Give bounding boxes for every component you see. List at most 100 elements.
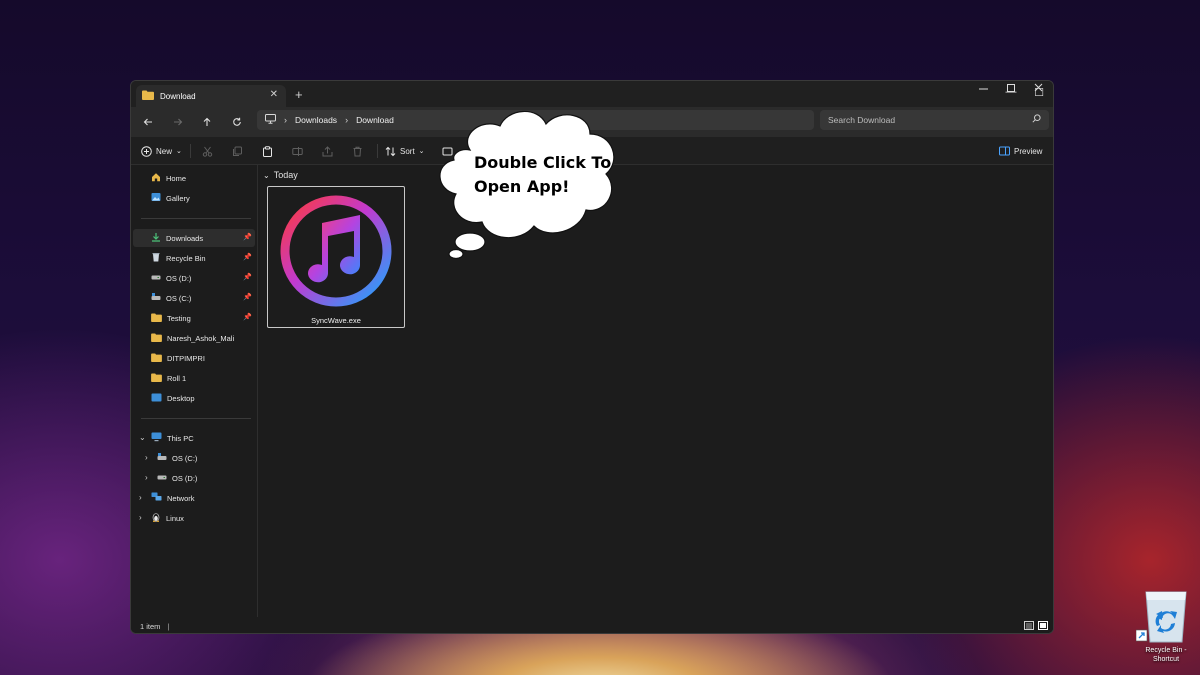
- folder-icon: [151, 312, 162, 324]
- sidebar-item-desktop[interactable]: Desktop: [133, 389, 255, 407]
- desktop-recycle-bin-shortcut[interactable]: Recycle Bin - Shortcut: [1135, 586, 1196, 666]
- sidebar-item-label: Network: [167, 493, 195, 503]
- tiles-view-icon[interactable]: [1038, 621, 1048, 632]
- sidebar-item-testing[interactable]: Testing 📌: [133, 309, 255, 327]
- rename-button[interactable]: [292, 143, 303, 159]
- refresh-icon: [233, 117, 241, 126]
- clipboard-icon: [263, 145, 272, 157]
- chevron-down-icon[interactable]: ⌄: [139, 433, 146, 442]
- tab-title: Download: [160, 91, 196, 101]
- back-arrow-icon: [143, 118, 152, 126]
- file-item-syncwave[interactable]: SyncWave.exe: [267, 186, 405, 328]
- search-placeholder: Search Download: [828, 115, 896, 125]
- status-divider: |: [167, 621, 170, 631]
- cut-button[interactable]: [202, 143, 213, 159]
- sidebar-divider: [141, 218, 251, 219]
- forward-arrow-icon: [174, 118, 183, 126]
- trash-icon: [353, 146, 362, 156]
- pin-icon: 📌: [243, 234, 252, 241]
- new-tab-button[interactable]: +: [295, 87, 303, 102]
- sidebar-item-naresh[interactable]: Naresh_Ashok_Mali: [133, 329, 255, 347]
- sidebar-item-this-pc[interactable]: ⌄ This PC: [133, 429, 255, 447]
- sidebar-item-ditpimpri[interactable]: DITPIMPRI: [133, 349, 255, 367]
- up-button[interactable]: [197, 113, 217, 131]
- details-view-icon[interactable]: [1024, 621, 1034, 632]
- recycle-bin-icon: [1135, 591, 1187, 643]
- pin-icon: 📌: [243, 294, 252, 301]
- share-button[interactable]: [322, 143, 333, 159]
- chevron-right-icon[interactable]: ›: [145, 473, 148, 482]
- sidebar-item-tree-os-d[interactable]: › OS (D:): [133, 469, 255, 487]
- new-label: New: [156, 146, 173, 156]
- breadcrumb-download[interactable]: Download: [356, 115, 394, 125]
- chevron-down-icon: ⌄: [418, 148, 425, 155]
- toolbar-divider: [377, 144, 378, 158]
- close-icon: [1034, 83, 1043, 92]
- sidebar-item-os-d[interactable]: OS (D:) 📌: [133, 269, 255, 287]
- refresh-button[interactable]: [227, 113, 247, 131]
- sidebar-item-tree-os-c[interactable]: › OS (C:): [133, 449, 255, 467]
- linux-icon: [151, 512, 161, 524]
- pin-icon: 📌: [243, 274, 252, 281]
- paste-button[interactable]: [262, 143, 273, 159]
- drive-icon: [151, 272, 161, 284]
- sidebar-item-label: Roll 1: [167, 373, 187, 383]
- window-controls: [979, 83, 1043, 92]
- copy-button[interactable]: [232, 143, 243, 159]
- plus-circle-icon: [141, 145, 152, 157]
- chevron-right-icon[interactable]: ›: [139, 513, 142, 522]
- sidebar-item-label: Home: [166, 173, 187, 183]
- tab-close-icon[interactable]: ✕: [270, 89, 278, 100]
- new-button[interactable]: New ⌄: [141, 143, 182, 159]
- sidebar-item-os-c[interactable]: OS (C:) 📌: [133, 289, 255, 307]
- toolbar-divider: [190, 144, 191, 158]
- back-button[interactable]: [138, 113, 158, 131]
- desktop-icon-label: Recycle Bin - Shortcut: [1145, 647, 1187, 663]
- sidebar-item-recycle-bin[interactable]: Recycle Bin 📌: [133, 249, 255, 267]
- recycle-bin-icon: [151, 252, 161, 264]
- breadcrumb-downloads[interactable]: Downloads: [295, 115, 337, 125]
- sidebar-item-label: OS (C:): [166, 293, 192, 303]
- folder-icon: [142, 90, 154, 102]
- status-bar: 1 item |: [131, 617, 1053, 633]
- sidebar-item-label: Linux: [166, 513, 184, 523]
- sidebar-item-gallery[interactable]: Gallery: [133, 189, 255, 207]
- sidebar-item-label: Naresh_Ashok_Mali: [167, 333, 235, 343]
- sort-arrows-icon: [385, 146, 396, 156]
- sidebar-item-label: OS (D:): [166, 273, 192, 283]
- forward-button[interactable]: [168, 113, 188, 131]
- sidebar-item-roll-1[interactable]: Roll 1: [133, 369, 255, 387]
- sort-button[interactable]: Sort ⌄: [385, 143, 425, 159]
- sidebar-item-linux[interactable]: › Linux: [133, 509, 255, 527]
- drive-icon: [151, 292, 161, 304]
- share-icon: [322, 145, 333, 156]
- search-icon: [1032, 114, 1041, 125]
- pin-icon: 📌: [243, 254, 252, 261]
- drive-icon: [157, 472, 167, 484]
- group-header-today[interactable]: ⌄ Today: [263, 170, 298, 180]
- tab-download[interactable]: Download ✕: [136, 85, 286, 107]
- sidebar-item-label: OS (D:): [172, 473, 198, 483]
- desktop-icon: [151, 393, 162, 404]
- maximize-icon: [1007, 84, 1015, 92]
- sidebar-item-label: Desktop: [167, 393, 195, 403]
- file-list: ⌄ Today SyncWave.exe: [259, 165, 1053, 617]
- chevron-right-icon[interactable]: ›: [145, 453, 148, 462]
- music-note-icon: [280, 195, 392, 307]
- folder-icon: [151, 332, 162, 344]
- chevron-right-icon[interactable]: ›: [139, 493, 142, 502]
- delete-button[interactable]: [352, 143, 363, 159]
- folder-icon: [151, 352, 162, 364]
- copy-icon: [233, 146, 242, 156]
- pc-icon: [151, 432, 162, 444]
- preview-button[interactable]: Preview: [999, 143, 1042, 159]
- sidebar-item-home[interactable]: Home: [133, 169, 255, 187]
- sidebar-item-downloads[interactable]: Downloads 📌: [133, 229, 255, 247]
- network-icon: [151, 492, 162, 504]
- sidebar-item-label: Testing: [167, 313, 191, 323]
- drive-icon: [157, 452, 167, 464]
- sidebar-item-network[interactable]: › Network: [133, 489, 255, 507]
- sidebar-item-label: Recycle Bin: [166, 253, 206, 263]
- pin-icon: 📌: [243, 314, 252, 321]
- search-input[interactable]: Search Download: [820, 110, 1049, 130]
